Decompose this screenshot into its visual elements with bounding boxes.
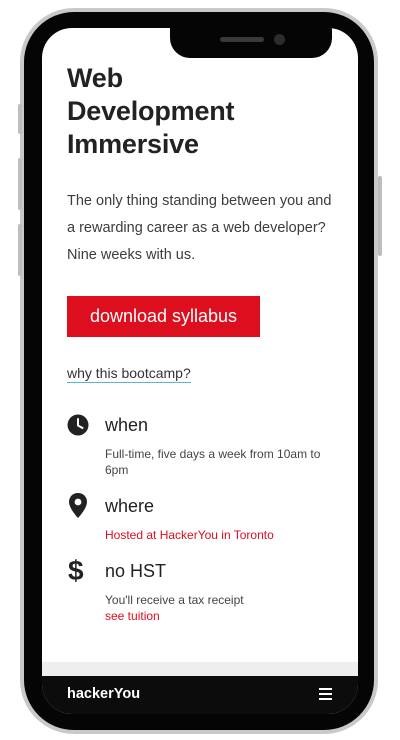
map-pin-icon — [69, 493, 87, 518]
footer-nav: hackerYou — [42, 676, 358, 714]
dollar-icon: $ — [68, 555, 84, 586]
course-content: Web Development Immersive The only thing… — [67, 62, 337, 623]
where-text[interactable]: Hosted at HackerYou in Toronto — [105, 527, 330, 543]
footer-divider — [42, 662, 358, 676]
why-bootcamp-link[interactable]: why this bootcamp? — [67, 365, 191, 383]
when-text: Full-time, five days a week from 10am to… — [105, 447, 321, 477]
see-tuition-link[interactable]: see tuition — [105, 608, 330, 624]
when-section: when Full-time, five days a week from 10… — [67, 414, 337, 477]
page-title-line-1: Web — [67, 63, 123, 93]
side-button-volume-down — [18, 224, 22, 276]
where-title: where — [105, 496, 155, 516]
where-section: where Hosted at HackerYou in Toronto — [67, 493, 337, 545]
side-button-volume-up — [18, 158, 22, 210]
no-hst-title: no HST — [105, 561, 167, 581]
hamburger-menu-icon[interactable] — [318, 686, 334, 702]
intro-text: The only thing standing between you and … — [67, 193, 332, 263]
tax-receipt-text: You'll receive a tax receipt — [105, 593, 244, 607]
speaker-grille — [220, 37, 264, 42]
page-title-line-2: Development — [67, 96, 235, 126]
phone-notch — [170, 28, 332, 58]
side-button-mute — [18, 104, 22, 134]
page-title: Web Development Immersive — [67, 62, 337, 161]
brand-logo[interactable]: hackerYou — [67, 686, 140, 702]
side-button-power — [378, 176, 382, 256]
page-title-line-3: Immersive — [67, 129, 199, 159]
tuition-section: $ no HST You'll receive a tax receipt se… — [67, 556, 337, 630]
front-camera — [274, 34, 285, 45]
phone-screen: Web Development Immersive The only thing… — [42, 28, 358, 714]
clock-icon — [67, 414, 89, 436]
download-syllabus-button[interactable]: download syllabus — [67, 296, 260, 337]
when-title: when — [105, 415, 149, 435]
